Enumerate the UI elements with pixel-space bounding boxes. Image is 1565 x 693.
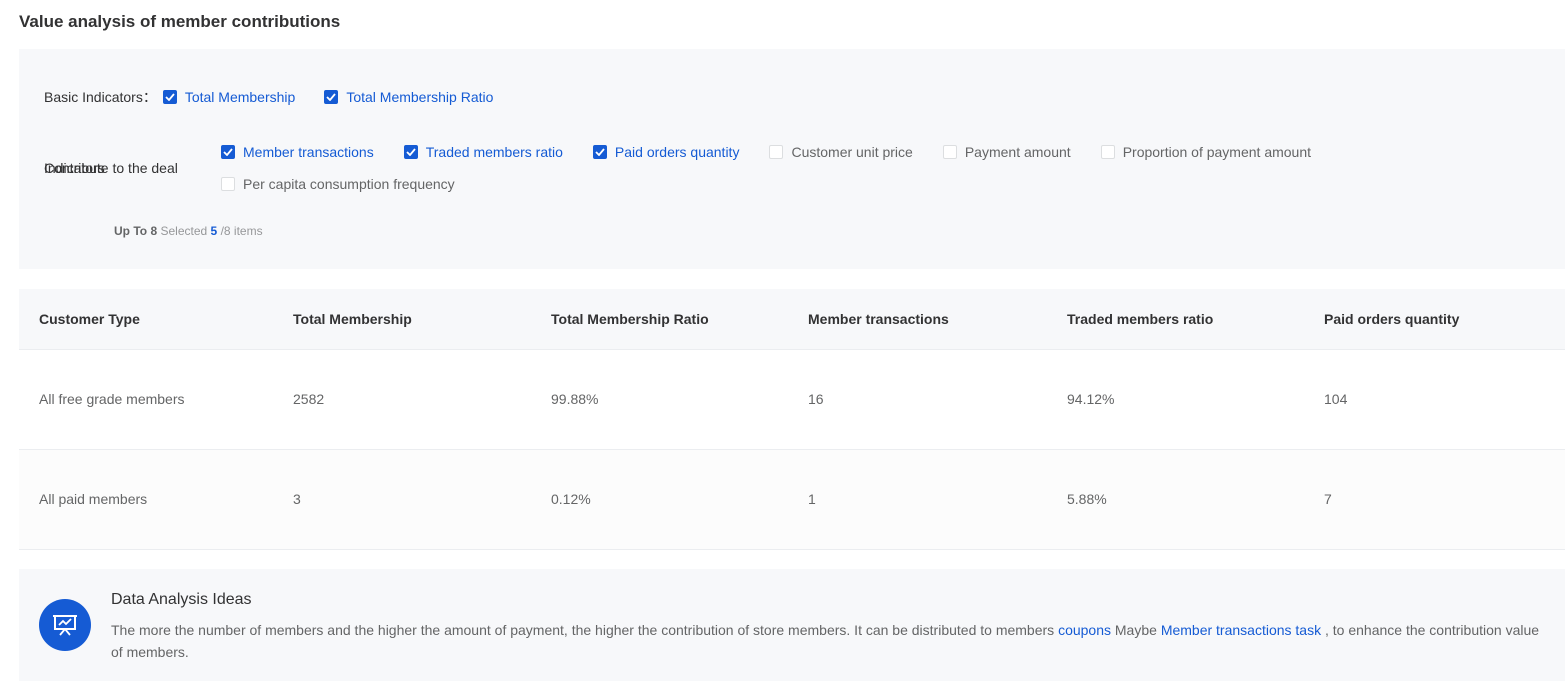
- deal-indicators-grid: Member transactions Traded members ratio…: [221, 144, 1341, 208]
- checkbox-checked-icon: [162, 90, 177, 104]
- table-cell: 104: [1304, 349, 1565, 450]
- checkbox-per-capita-consumption-frequency[interactable]: Per capita consumption frequency: [221, 176, 455, 192]
- checkbox-customer-unit-price[interactable]: Customer unit price: [769, 144, 913, 160]
- checkbox-traded-members-ratio[interactable]: Traded members ratio: [403, 144, 563, 160]
- checkbox-unchecked-icon: [769, 145, 784, 159]
- table-cell: All free grade members: [19, 349, 273, 450]
- member-contribution-table: Customer Type Total Membership Total Mem…: [19, 289, 1565, 550]
- checkbox-checked-icon: [324, 90, 339, 104]
- checkbox-label: Proportion of payment amount: [1122, 144, 1312, 160]
- checkbox-checked-icon: [403, 145, 418, 159]
- checkbox-label: Per capita consumption frequency: [243, 176, 455, 192]
- indicator-filter-panel: Basic Indicators： Total Membership Total…: [19, 49, 1565, 269]
- column-header: Traded members ratio: [1047, 289, 1304, 350]
- table-cell: 5.88%: [1047, 449, 1304, 550]
- basic-indicators-row: Basic Indicators： Total Membership Total…: [44, 87, 493, 107]
- checkbox-checked-icon: [592, 145, 607, 159]
- checkbox-label: Total Membership Ratio: [346, 89, 494, 105]
- checkbox-checked-icon: [221, 145, 235, 159]
- ideas-title: Data Analysis Ideas: [111, 591, 252, 608]
- table-cell: 3: [273, 449, 531, 550]
- column-header: Member transactions: [788, 289, 1047, 350]
- checkbox-paid-orders-quantity[interactable]: Paid orders quantity: [592, 144, 740, 160]
- table-cell: All paid members: [19, 449, 273, 550]
- checkbox-label: Traded members ratio: [425, 144, 563, 160]
- ideas-text-part2: Maybe: [1114, 622, 1157, 638]
- ideas-text: The more the number of members and the h…: [111, 619, 1551, 663]
- max-count: 8: [150, 224, 158, 238]
- table-cell: 7: [1304, 449, 1565, 550]
- checkbox-payment-amount[interactable]: Payment amount: [942, 144, 1071, 160]
- checkbox-label: Paid orders quantity: [614, 144, 740, 160]
- checkbox-unchecked-icon: [221, 177, 235, 191]
- column-header: Customer Type: [19, 289, 273, 350]
- checkbox-unchecked-icon: [1100, 145, 1115, 159]
- table-cell: 99.88%: [531, 349, 788, 450]
- table-header-row: Customer Type Total Membership Total Mem…: [19, 289, 1565, 350]
- table-row: All free grade members 2582 99.88% 16 94…: [19, 349, 1565, 450]
- column-header: Total Membership Ratio: [531, 289, 788, 350]
- presentation-chart-icon: [39, 599, 91, 651]
- checkbox-label: Customer unit price: [791, 144, 913, 160]
- column-header: Paid orders quantity: [1304, 289, 1565, 350]
- deal-label-line2: Contribute to the deal: [44, 160, 178, 176]
- up-to-label: Up To: [114, 224, 148, 238]
- checkbox-proportion-of-payment-amount[interactable]: Proportion of payment amount: [1100, 144, 1312, 160]
- column-header: Total Membership: [273, 289, 531, 350]
- basic-indicators-label: Basic Indicators：: [44, 89, 157, 105]
- selection-suffix: /8 items: [220, 224, 263, 238]
- member-transactions-task-link[interactable]: Member transactions task: [1161, 622, 1321, 638]
- selection-count-note: Up To 8 Selected 5 /8 items: [114, 224, 263, 238]
- checkbox-label: Member transactions: [243, 144, 374, 160]
- table-cell: 2582: [273, 349, 531, 450]
- table-cell: 94.12%: [1047, 349, 1304, 450]
- table-cell: 1: [788, 449, 1047, 550]
- page-title: Value analysis of member contributions: [19, 12, 341, 31]
- table-cell: 16: [788, 349, 1047, 450]
- checkbox-unchecked-icon: [942, 145, 957, 159]
- table-cell: 0.12%: [531, 449, 788, 550]
- checkbox-total-membership-ratio[interactable]: Total Membership Ratio: [324, 89, 493, 105]
- ideas-text-part1: The more the number of members and the h…: [111, 622, 1055, 638]
- table-row: All paid members 3 0.12% 1 5.88% 7: [19, 449, 1565, 550]
- checkbox-label: Total Membership: [184, 89, 296, 105]
- coupons-link[interactable]: coupons: [1058, 622, 1111, 638]
- checkbox-member-transactions[interactable]: Member transactions: [221, 144, 374, 160]
- data-analysis-ideas-panel: Data Analysis Ideas The more the number …: [19, 569, 1565, 681]
- selected-count: 5: [210, 224, 218, 238]
- checkbox-label: Payment amount: [964, 144, 1071, 160]
- checkbox-total-membership[interactable]: Total Membership: [162, 89, 296, 105]
- selected-label: Selected: [160, 224, 208, 238]
